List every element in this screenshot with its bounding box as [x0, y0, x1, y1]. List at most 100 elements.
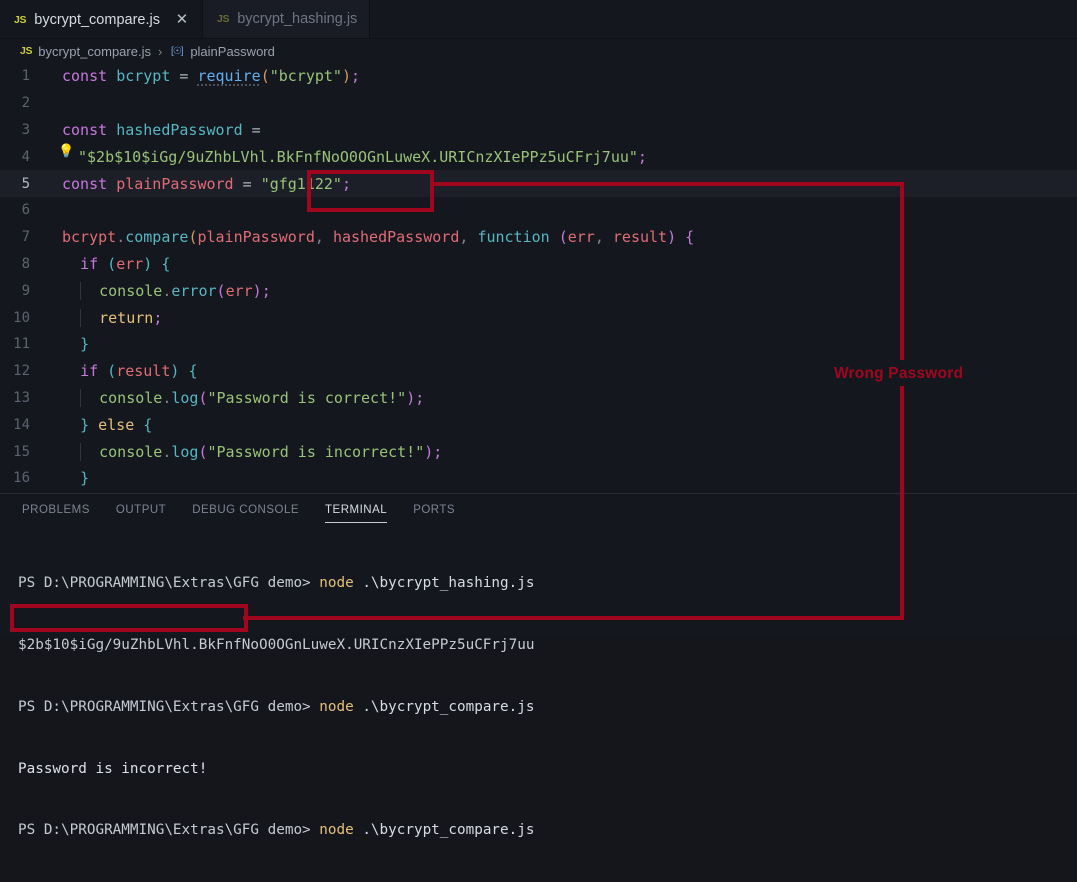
token-brace: } — [80, 469, 90, 488]
line-content: bcrypt.compare (plainPassword, hashedPass… — [52, 228, 694, 246]
indent-guide — [80, 281, 100, 300]
code-line-2[interactable]: 2 — [0, 90, 1077, 117]
token-dot: . — [116, 228, 126, 247]
token-keyword: if — [80, 254, 99, 273]
token-semicolon: ; — [433, 442, 443, 461]
line-content: const plainPassword = "gfg1122"; — [52, 175, 351, 193]
token-operator: = — [179, 67, 189, 86]
terminal-output-text: Password is incorrect! — [18, 760, 208, 777]
token-identifier: plainPassword — [116, 174, 234, 193]
line-content: "$2b$10$iGg/9uZhbLVhl.BkFnfNoO0OGnLuweX.… — [52, 148, 647, 166]
token-semicolon: ; — [351, 67, 361, 86]
bottom-panel: PROBLEMS OUTPUT DEBUG CONSOLE TERMINAL P… — [0, 493, 1077, 838]
token-paren: ) — [424, 442, 434, 461]
code-line-15[interactable]: 15 console.log("Password is incorrect!")… — [0, 438, 1077, 465]
code-line-6[interactable]: 6 — [0, 197, 1077, 224]
line-content: } — [52, 469, 89, 487]
js-file-icon: JS — [14, 13, 27, 26]
token-method: log — [171, 388, 199, 407]
terminal-command: node — [319, 575, 354, 592]
code-line-10[interactable]: 10 return; — [0, 304, 1077, 331]
line-number: 2 — [21, 95, 30, 112]
editor-tab-bar: JS bycrypt_compare.js ✕ JS bycrypt_hashi… — [0, 0, 1077, 39]
line-content: const bcrypt = require("bcrypt"); — [52, 67, 360, 85]
code-line-12[interactable]: 12 if (result) { — [0, 358, 1077, 385]
token-paren: ) — [252, 281, 262, 300]
line-content: return; — [52, 308, 162, 327]
token-argument: plainPassword — [197, 228, 315, 247]
line-content: console.error(err); — [52, 281, 271, 300]
terminal-line: Password is incorrect! — [18, 759, 1077, 780]
token-paren: ( — [558, 228, 568, 247]
token-identifier: bcrypt — [116, 67, 171, 86]
line-content: } else { — [52, 416, 152, 434]
terminal-output-text: $2b$10$iGg/9uZhbLVhl.BkFnfNoO0OGnLuweX.U… — [18, 636, 535, 653]
js-file-icon: JS — [20, 45, 33, 57]
terminal-prompt: PS D:\PROGRAMMING\Extras\GFG demo> — [18, 575, 311, 592]
token-object: console — [99, 281, 163, 300]
terminal-command: node — [319, 698, 354, 715]
code-line-11[interactable]: 11 } — [0, 331, 1077, 358]
breadcrumb-file[interactable]: bycrypt_compare.js — [38, 44, 151, 59]
code-line-4[interactable]: 4 💡 "$2b$10$iGg/9uZhbLVhl.BkFnfNoO0OGnLu… — [0, 143, 1077, 170]
line-number: 1 — [21, 68, 30, 85]
tab-bycrypt-compare[interactable]: JS bycrypt_compare.js ✕ — [0, 0, 203, 38]
js-file-icon: JS — [216, 13, 230, 25]
code-line-1[interactable]: 1 const bcrypt = require("bcrypt"); — [0, 63, 1077, 90]
code-line-16[interactable]: 16 } — [0, 465, 1077, 492]
terminal-arg: .\bycrypt_compare.js — [362, 822, 535, 839]
breadcrumb-symbol[interactable]: plainPassword — [190, 44, 275, 59]
token-identifier: err — [116, 254, 144, 273]
terminal-arg: .\bycrypt_compare.js — [362, 698, 535, 715]
code-line-7[interactable]: 7 bcrypt.compare (plainPassword, hashedPa… — [0, 224, 1077, 251]
terminal-command: node — [319, 822, 354, 839]
line-content: if (result) { — [52, 362, 197, 380]
tab-problems[interactable]: PROBLEMS — [22, 504, 90, 523]
line-number: 3 — [21, 121, 30, 138]
terminal-line: PS D:\PROGRAMMING\Extras\GFG demo> node … — [18, 697, 1077, 718]
code-line-8[interactable]: 8 if (err) { — [0, 251, 1077, 278]
chevron-right-icon: › — [157, 43, 163, 59]
tab-ports[interactable]: PORTS — [413, 504, 455, 523]
terminal-output[interactable]: PS D:\PROGRAMMING\Extras\GFG demo> node … — [0, 523, 1077, 882]
token-keyword: const — [62, 174, 108, 193]
token-method: compare — [125, 228, 189, 247]
code-line-13[interactable]: 13 console.log("Password is correct!"); — [0, 385, 1077, 412]
line-number: 12 — [13, 363, 30, 380]
token-param: result — [612, 228, 668, 247]
tab-label: bycrypt_hashing.js — [237, 11, 358, 27]
tab-output[interactable]: OUTPUT — [116, 504, 166, 523]
tab-terminal[interactable]: TERMINAL — [325, 504, 388, 523]
line-number: 15 — [13, 443, 30, 460]
token-paren: ) — [170, 362, 180, 381]
panel-tab-bar: PROBLEMS OUTPUT DEBUG CONSOLE TERMINAL P… — [0, 494, 1077, 523]
token-semicolon: ; — [341, 174, 351, 193]
line-number: 11 — [13, 336, 30, 353]
token-keyword: function — [477, 228, 550, 247]
token-argument: hashedPassword — [332, 228, 460, 247]
code-line-5[interactable]: 5 const plainPassword = "gfg1122"; — [0, 170, 1077, 197]
code-line-14[interactable]: 14 } else { — [0, 411, 1077, 438]
token-brace: } — [80, 415, 90, 434]
tab-debug-console[interactable]: DEBUG CONSOLE — [192, 504, 299, 523]
code-line-9[interactable]: 9 console.error(err); — [0, 277, 1077, 304]
token-comma: , — [459, 228, 469, 247]
line-number: 6 — [21, 202, 30, 219]
terminal-prompt: PS D:\PROGRAMMING\Extras\GFG demo> — [18, 698, 311, 715]
terminal-arg: .\bycrypt_hashing.js — [362, 575, 535, 592]
token-string: "Password is incorrect!" — [207, 442, 425, 461]
token-brace: { — [161, 254, 171, 273]
close-icon[interactable]: ✕ — [174, 12, 190, 27]
token-paren: ) — [143, 254, 153, 273]
tab-bycrypt-hashing[interactable]: JS bycrypt_hashing.js — [202, 0, 371, 38]
token-keyword: return — [99, 308, 154, 327]
line-number: 16 — [13, 470, 30, 487]
line-number: 8 — [21, 255, 30, 272]
terminal-line: PS D:\PROGRAMMING\Extras\GFG demo> node … — [18, 573, 1077, 594]
variable-symbol-icon: [☉] — [171, 45, 184, 57]
token-brace: } — [80, 335, 90, 354]
code-editor[interactable]: 1 const bcrypt = require("bcrypt"); 2 3 … — [0, 63, 1077, 493]
terminal-line: PS D:\PROGRAMMING\Extras\GFG demo> node … — [18, 820, 1077, 841]
token-paren: ( — [198, 388, 208, 407]
code-line-3[interactable]: 3 const hashedPassword = — [0, 117, 1077, 144]
